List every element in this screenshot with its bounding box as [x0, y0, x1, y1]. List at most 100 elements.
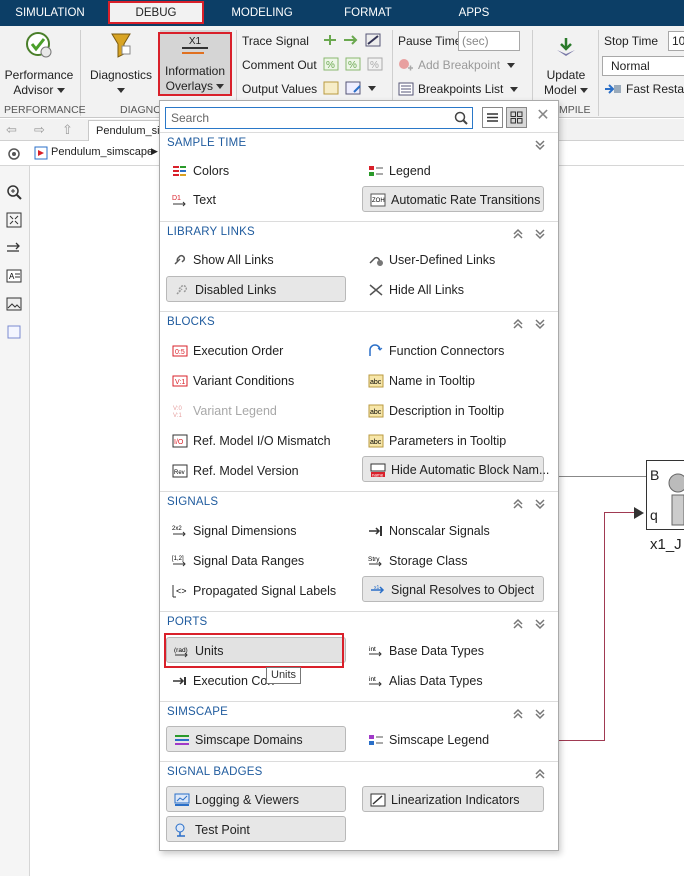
collapse-up-icon[interactable]: [512, 318, 524, 330]
overlay-colors[interactable]: Colors: [165, 158, 229, 184]
trace-signal-icons[interactable]: [322, 32, 386, 48]
overlay-signal-dimensions[interactable]: 2x2 Signal Dimensions: [165, 518, 297, 544]
forward-arrow-icon[interactable]: ⇨: [34, 122, 45, 138]
section-title: PORTS: [167, 616, 208, 628]
fast-restart-button[interactable]: Fast Restart: [604, 80, 684, 98]
svg-text:[1,2]: [1,2]: [172, 556, 184, 562]
collapse-down-icon[interactable]: [534, 228, 546, 240]
diagnostics-caret: [86, 83, 156, 98]
zoom-icon[interactable]: [6, 184, 22, 200]
connection-line-vertical[interactable]: [604, 512, 605, 740]
diagnostics-button[interactable]: Diagnostics: [86, 30, 156, 98]
overlay-disabled-links[interactable]: Disabled Links: [166, 276, 346, 302]
overlay-function-connectors[interactable]: Function Connectors: [361, 338, 504, 364]
simulation-mode-select[interactable]: Normal: [602, 56, 684, 76]
overlay-ref-model-io-mismatch[interactable]: I/O Ref. Model I/O Mismatch: [165, 428, 331, 454]
overlay-hide-automatic-block-names[interactable]: name Hide Automatic Block Nam...: [362, 456, 549, 482]
overlay-ref-model-version[interactable]: Rev Ref. Model Version: [165, 458, 299, 484]
collapse-down-icon[interactable]: [534, 618, 546, 630]
overlay-base-data-types[interactable]: int Base Data Types: [361, 638, 484, 664]
gallery-search-input[interactable]: Search: [165, 107, 473, 129]
information-overlays-button[interactable]: X1 Information Overlays: [160, 30, 230, 94]
performance-advisor-label2: Advisor: [2, 83, 76, 98]
tab-format[interactable]: FORMAT: [330, 0, 406, 26]
hide-block-name-icon: name: [370, 463, 386, 477]
tab-simulation[interactable]: SIMULATION: [8, 0, 92, 26]
overlay-hide-all-links[interactable]: Hide All Links: [361, 277, 464, 303]
signal-arrow-icon[interactable]: [6, 240, 22, 256]
overlay-name-in-tooltip[interactable]: abc Name in Tooltip: [361, 368, 475, 394]
diagnostics-label: Diagnostics: [89, 68, 153, 82]
collapse-up-icon[interactable]: [512, 228, 524, 240]
comment-out-icons[interactable]: % % %: [322, 56, 386, 72]
trace-signal-button[interactable]: Trace Signal: [242, 32, 309, 50]
overlay-legend[interactable]: Legend: [361, 158, 431, 184]
update-model-button[interactable]: Update Model: [536, 36, 596, 98]
overlay-execution-order[interactable]: 0:5 Execution Order: [165, 338, 283, 364]
signal-dimensions-icon: 2x2: [172, 526, 186, 537]
joint-block[interactable]: B q: [646, 460, 684, 530]
overlay-signal-data-ranges[interactable]: [1,2] Signal Data Ranges: [165, 548, 304, 574]
overlay-user-defined-links[interactable]: User-Defined Links: [361, 247, 495, 273]
overlay-simscape-legend[interactable]: Simscape Legend: [361, 727, 489, 753]
nonscalar-signals-icon: [369, 526, 382, 536]
overlay-automatic-rate-transitions[interactable]: ZOH Automatic Rate Transitions: [362, 186, 544, 212]
overlay-units[interactable]: (rad) Units: [166, 637, 346, 663]
overlay-parameters-in-tooltip[interactable]: abc Parameters in Tooltip: [361, 428, 506, 454]
add-breakpoint-button[interactable]: Add Breakpoint: [398, 56, 526, 74]
list-view-button[interactable]: [482, 107, 503, 128]
signal-line[interactable]: [558, 476, 646, 477]
model-document-tab[interactable]: Pendulum_simscape: [88, 120, 164, 141]
collapse-up-icon[interactable]: [512, 498, 524, 510]
overlay-test-point[interactable]: Test Point: [166, 816, 346, 842]
area-icon[interactable]: [6, 324, 22, 340]
performance-advisor-button[interactable]: Performance Advisor: [2, 30, 76, 98]
breakpoints-list-button[interactable]: Breakpoints List: [398, 80, 526, 98]
connection-line-top[interactable]: [604, 512, 634, 513]
tab-modeling[interactable]: MODELING: [222, 0, 302, 26]
collapse-up-icon[interactable]: [512, 708, 524, 720]
tab-apps[interactable]: APPS: [440, 0, 508, 26]
block-name-label[interactable]: x1_J: [650, 536, 682, 553]
output-values-button[interactable]: Output Values: [242, 80, 317, 98]
up-arrow-icon[interactable]: ⇧: [62, 122, 73, 138]
overlay-logging-viewers[interactable]: Logging & Viewers: [166, 786, 346, 812]
annotation-icon[interactable]: A: [6, 268, 22, 284]
svg-text:x1: x1: [374, 585, 380, 591]
output-values-icons[interactable]: [322, 80, 380, 96]
overlay-description-in-tooltip[interactable]: abc Description in Tooltip: [361, 398, 504, 424]
overlay-text[interactable]: D1 Text: [165, 187, 216, 213]
hide-browser-icon[interactable]: [7, 147, 21, 161]
overlay-propagated-signal-labels[interactable]: <> Propagated Signal Labels: [165, 578, 336, 604]
collapse-down-icon[interactable]: [534, 139, 546, 151]
overlay-variant-conditions[interactable]: V:1 Variant Conditions: [165, 368, 294, 394]
overlay-show-all-links[interactable]: Show All Links: [165, 247, 274, 273]
close-icon[interactable]: ✕: [534, 107, 552, 125]
collapse-down-icon[interactable]: [534, 318, 546, 330]
overlay-linearization-indicators[interactable]: Linearization Indicators: [362, 786, 544, 812]
fit-view-icon[interactable]: [6, 212, 22, 228]
breadcrumb-model[interactable]: Pendulum_simscape: [51, 146, 153, 158]
back-arrow-icon[interactable]: ⇦: [6, 122, 17, 138]
grid-view-button[interactable]: [506, 107, 527, 128]
svg-text:V:1: V:1: [175, 379, 185, 386]
pause-time-input[interactable]: (sec): [458, 31, 520, 51]
comment-out-button[interactable]: Comment Out: [242, 56, 317, 74]
overlay-signal-resolves-to-object[interactable]: x1 Signal Resolves to Object: [362, 576, 544, 602]
image-icon[interactable]: [6, 296, 22, 312]
overlay-variant-legend[interactable]: V:0 V:1 Variant Legend: [165, 398, 277, 424]
collapse-up-icon[interactable]: [534, 768, 546, 780]
collapse-up-icon[interactable]: [512, 618, 524, 630]
stop-time-input[interactable]: 10: [668, 31, 684, 51]
overlay-simscape-domains[interactable]: Simscape Domains: [166, 726, 346, 752]
overlay-execution-context[interactable]: Execution Con: [165, 668, 274, 694]
canvas-palette: A: [0, 166, 30, 876]
collapse-down-icon[interactable]: [534, 498, 546, 510]
overlay-alias-data-types[interactable]: int Alias Data Types: [361, 668, 483, 694]
information-overlays-gallery: Search ✕ SAMPLE TIME Colors Legend D1 Te…: [159, 100, 559, 851]
overlay-nonscalar-signals[interactable]: Nonscalar Signals: [361, 518, 490, 544]
tab-debug[interactable]: DEBUG: [110, 2, 202, 24]
collapse-down-icon[interactable]: [534, 708, 546, 720]
connection-line-bottom[interactable]: [558, 740, 605, 741]
overlay-storage-class[interactable]: Stry Storage Class: [361, 548, 468, 574]
